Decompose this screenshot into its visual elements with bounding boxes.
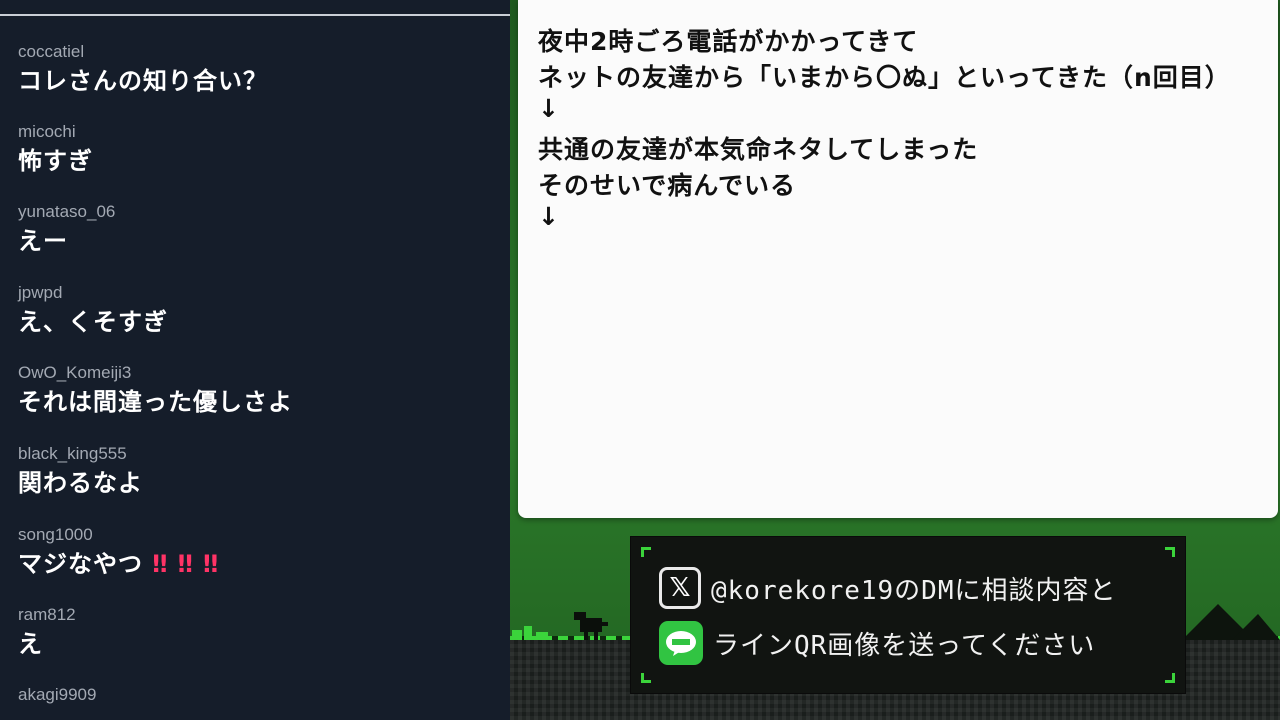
chat-message: jpwpd え、くそすぎ [18,283,168,337]
chat-text: マジなやつ [18,550,143,578]
chat-username[interactable]: akagi9909 [18,685,96,705]
line-contact-row[interactable]: ラインQR画像を送ってください [659,621,1095,665]
note-line: ↓ [538,202,560,231]
mountain-sprite [1182,604,1280,640]
x-contact-text: @korekore19のDMに相談内容と [711,575,1117,606]
chat-username[interactable]: black_king555 [18,444,143,464]
double-exclamation-emote: ‼ ‼ ‼ [152,550,220,578]
x-logo-icon: 𝕏 [659,567,701,609]
chat-text: 怖すぎ [18,147,93,175]
line-contact-text: ラインQR画像を送ってください [713,630,1096,661]
contact-banner: 𝕏 @korekore19のDMに相談内容と ラインQR画像を送ってください [630,536,1186,694]
chat-username[interactable]: song1000 [18,525,219,545]
chat-text: えー [18,227,68,255]
corner-bracket [1165,673,1175,683]
note-line: ↓ [538,94,560,123]
chat-text: え [18,630,43,658]
chat-text: それは間違った優しさよ [18,388,293,416]
chat-message: yunataso_06 えー [18,202,115,256]
chat-text: え、くそすぎ [18,308,168,336]
chat-username[interactable]: micochi [18,122,93,142]
corner-bracket [641,547,651,557]
chat-text: コレさんの知り合い？ [18,67,268,95]
line-app-icon [659,621,703,665]
chat-username[interactable]: jpwpd [18,283,168,303]
chat-username[interactable]: yunataso_06 [18,202,115,222]
corner-bracket [641,673,651,683]
note-line: ネットの友達から「いまから〇ぬ」といってきた（n回目） [538,63,1231,92]
chat-message: OwO_Komeiji3 それは間違った優しさよ [18,363,293,417]
chat-message: coccatiel コレさんの知り合い？ [18,42,268,96]
note-line: そのせいで病んでいる [538,171,797,200]
chat-message: ram812 え [18,605,76,659]
chat-username[interactable]: ram812 [18,605,76,625]
x-contact-row[interactable]: 𝕏 @korekore19のDMに相談内容と [659,567,1117,609]
note-panel: 夜中2時ごろ電話がかかってきて ネットの友達から「いまから〇ぬ」といってきた（n… [518,0,1278,518]
chat-message: black_king555 関わるなよ [18,444,143,498]
note-line: 夜中2時ごろ電話がかかってきて [538,27,919,56]
chat-text: 関わるなよ [18,469,143,497]
chat-username[interactable]: coccatiel [18,42,268,62]
chat-text-row: マジなやつ ‼ ‼ ‼ [18,549,219,579]
chat-panel: coccatiel コレさんの知り合い？ micochi 怖すぎ yunatas… [0,0,510,720]
corner-bracket [1165,547,1175,557]
grass-sprite [512,626,548,640]
chat-divider [0,14,510,16]
chat-username[interactable]: OwO_Komeiji3 [18,363,293,383]
chat-message: micochi 怖すぎ [18,122,93,176]
dino-sprite [574,612,608,640]
note-line: 共通の友達が本気命ネタしてしまった [538,135,979,164]
chat-message: song1000 マジなやつ ‼ ‼ ‼ [18,525,219,579]
chat-message: akagi9909 [18,685,96,705]
